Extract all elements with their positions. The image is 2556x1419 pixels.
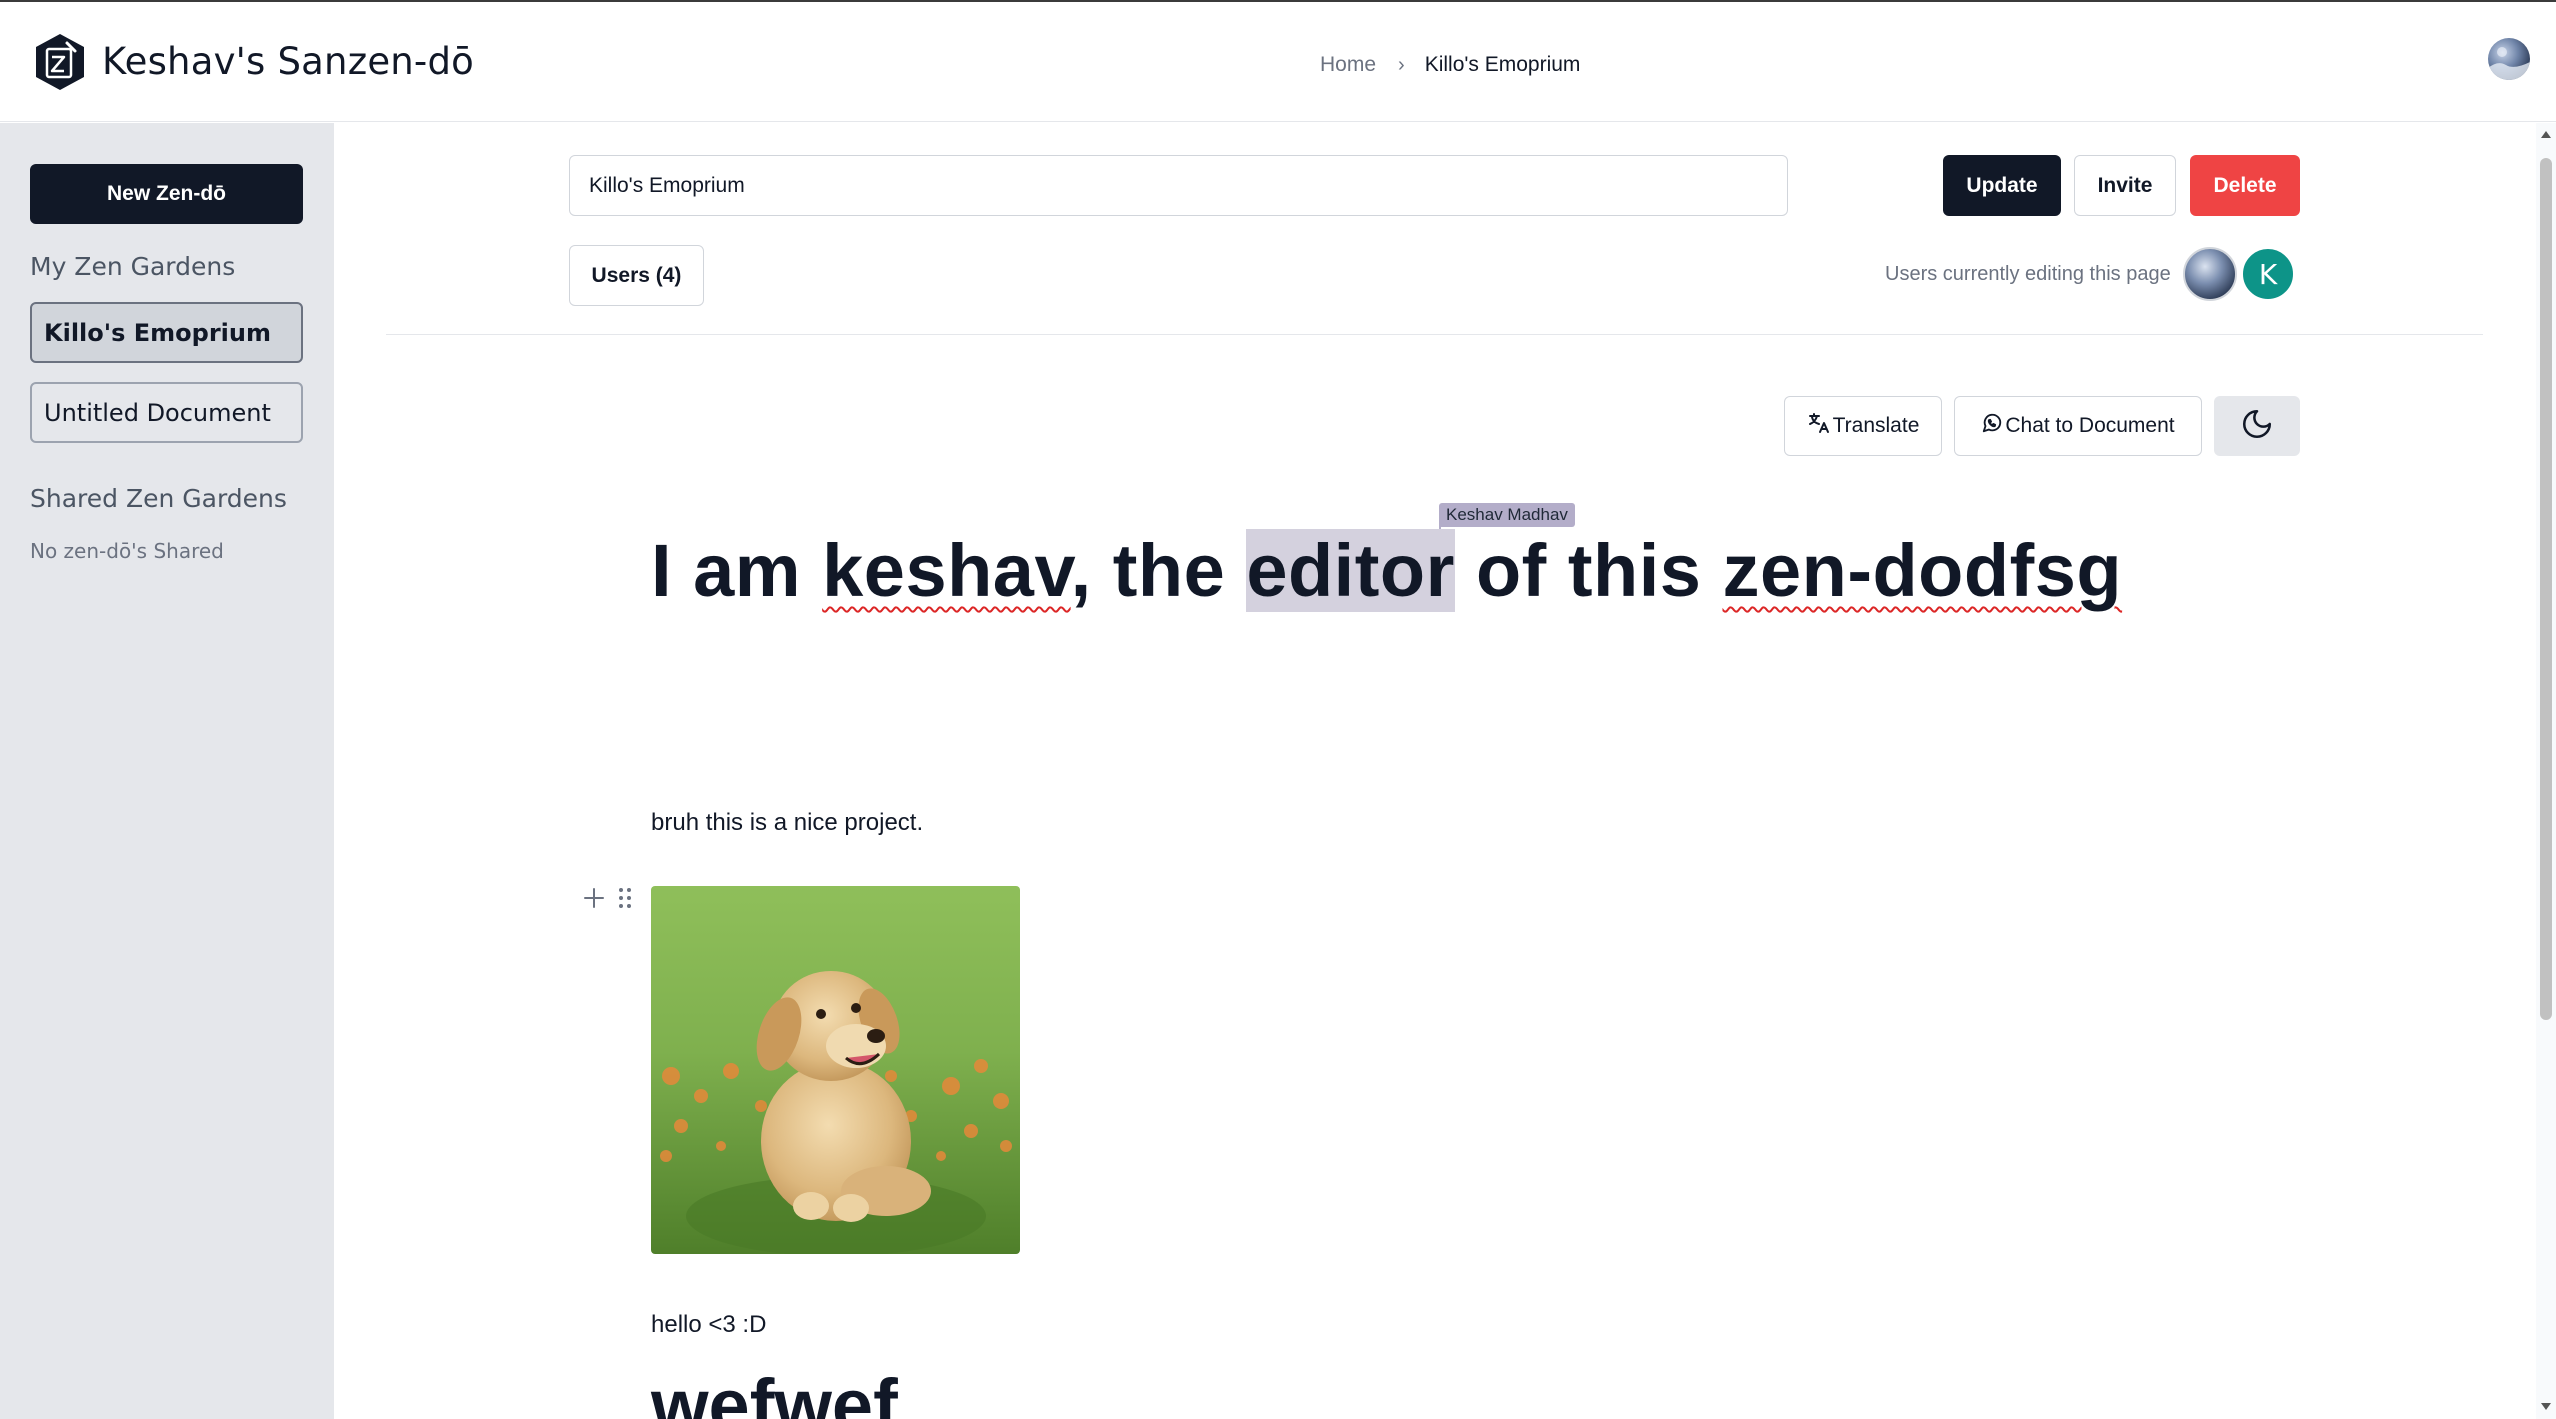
chevron-right-icon: › (1398, 53, 1405, 76)
drag-handle-icon[interactable] (618, 886, 632, 915)
message-circle-icon (1981, 412, 2003, 440)
chat-label: Chat to Document (2005, 414, 2175, 437)
app-header: Keshav's Sanzen-dō Home › Killo's Emopri… (0, 0, 2556, 122)
translate-icon (1807, 411, 1831, 441)
scrollbar-thumb[interactable] (2540, 158, 2552, 1020)
document-paragraph[interactable]: hello <3 :D (651, 1311, 766, 1339)
heading-text: I am (651, 529, 823, 612)
users-button[interactable]: Users (4) (569, 245, 704, 306)
editing-users-label: Users currently editing this page (1885, 263, 2171, 285)
editor-avatar-photo[interactable] (2183, 247, 2237, 301)
block-controls (582, 886, 632, 915)
page-scrollbar[interactable] (2536, 123, 2556, 1419)
document-heading-2[interactable]: wefwef (651, 1363, 898, 1419)
theme-toggle-button[interactable] (2214, 396, 2300, 456)
heading-text: , the (1070, 529, 1247, 612)
user-avatar[interactable] (2488, 38, 2530, 80)
divider (386, 334, 2483, 335)
scroll-up-arrow-icon[interactable] (2541, 131, 2551, 138)
puppy-image[interactable] (651, 886, 1020, 1254)
moon-icon (2240, 407, 2274, 446)
zen-do-logo-icon[interactable] (34, 32, 86, 92)
document-title-input[interactable]: Killo's Emoprium (569, 155, 1788, 216)
translate-button[interactable]: Translate (1784, 396, 1942, 456)
update-button[interactable]: Update (1943, 155, 2061, 216)
chat-to-document-button[interactable]: Chat to Document (1954, 396, 2202, 456)
main-content: Killo's Emoprium Update Invite Delete Us… (356, 123, 2506, 1419)
translate-label: Translate (1832, 414, 1920, 437)
sidebar-item-untitled-document[interactable]: Untitled Document (30, 382, 303, 443)
sidebar: New Zen-dō My Zen Gardens Killo's Emopri… (0, 123, 334, 1419)
heading-word-misspelled: keshav (822, 529, 1071, 612)
my-zen-gardens-heading: My Zen Gardens (30, 252, 236, 281)
plus-icon[interactable] (582, 886, 606, 915)
shared-zen-gardens-heading: Shared Zen Gardens (30, 484, 287, 513)
delete-button[interactable]: Delete (2190, 155, 2300, 216)
editor-avatar-initial[interactable]: K (2241, 247, 2295, 301)
heading-text: of this (1454, 529, 1723, 612)
shared-empty-message: No zen-dō's Shared (30, 539, 224, 563)
breadcrumb-current: Killo's Emoprium (1424, 53, 1581, 76)
heading-word-misspelled: zen-dodfsg (1722, 529, 2123, 612)
scroll-down-arrow-icon[interactable] (2541, 1403, 2551, 1410)
breadcrumb-home-link[interactable]: Home (1320, 53, 1376, 77)
sidebar-item-killos-emoprium[interactable]: Killo's Emoprium (30, 302, 303, 363)
breadcrumb: Home › Killo's Emoprium (1320, 53, 1580, 77)
invite-button[interactable]: Invite (2074, 155, 2176, 216)
document-paragraph[interactable]: bruh this is a nice project. (651, 809, 923, 837)
collab-cursor-label: Keshav Madhav (1439, 503, 1575, 527)
heading-selected-text: editor (1246, 529, 1455, 612)
heading2-text: wefwef (651, 1364, 898, 1419)
new-zen-do-button[interactable]: New Zen-dō (30, 164, 303, 224)
app-title[interactable]: Keshav's Sanzen-dō (102, 40, 474, 83)
document-heading[interactable]: I am keshav, the editor of this zen-dodf… (651, 528, 2122, 613)
